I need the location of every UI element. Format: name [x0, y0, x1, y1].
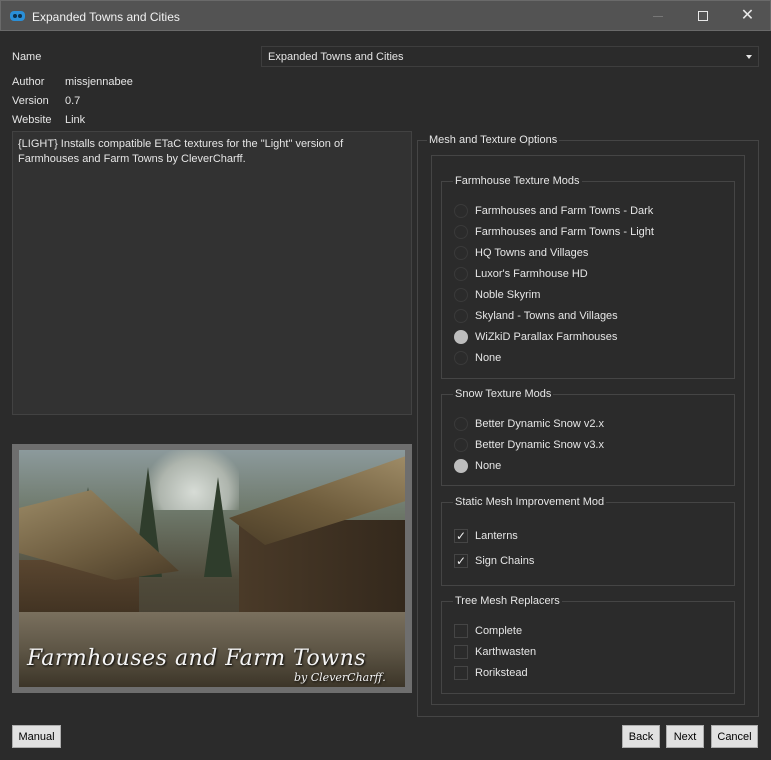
- image-tree: [204, 477, 232, 577]
- option-label: Skyland - Towns and Villages: [475, 310, 618, 322]
- option-label: Farmhouses and Farm Towns - Light: [475, 226, 654, 238]
- app-icon: [10, 11, 25, 21]
- option-label: None: [475, 460, 502, 472]
- description-text: {LIGHT} Installs compatible ETaC texture…: [18, 138, 344, 165]
- radio-icon: [454, 351, 468, 365]
- window-title: Expanded Towns and Cities: [32, 10, 180, 24]
- snow-option[interactable]: Better Dynamic Snow v3.x: [454, 437, 604, 453]
- option-label: Rorikstead: [475, 667, 528, 679]
- radio-icon: [454, 204, 468, 218]
- smim-option[interactable]: ✓ Lanterns: [454, 528, 518, 544]
- radio-icon: [454, 309, 468, 323]
- farmhouse-option[interactable]: HQ Towns and Villages: [454, 245, 588, 261]
- radio-icon: [454, 267, 468, 281]
- option-label: Sign Chains: [475, 555, 535, 567]
- option-label: None: [475, 352, 502, 364]
- author-value: missjennabee: [65, 76, 133, 88]
- option-label: Karthwasten: [475, 646, 537, 658]
- chevron-down-icon: [746, 55, 752, 59]
- cancel-button[interactable]: Cancel: [711, 725, 758, 748]
- smim-option[interactable]: ✓ Sign Chains: [454, 553, 534, 569]
- checkbox-icon: [454, 624, 468, 638]
- image-caption: Farmhouses and Farm Towns: [27, 646, 367, 671]
- preview-image-content: Farmhouses and Farm Towns by CleverCharf…: [19, 450, 405, 687]
- farmhouse-option-selected[interactable]: WiZkiD Parallax Farmhouses: [454, 329, 617, 345]
- radio-selected-icon: [454, 459, 468, 473]
- farmhouse-option[interactable]: Luxor's Farmhouse HD: [454, 266, 588, 282]
- back-button[interactable]: Back: [622, 725, 660, 748]
- preview-image: Farmhouses and Farm Towns by CleverCharf…: [12, 444, 412, 693]
- minimize-icon: [652, 15, 663, 17]
- option-label: Farmhouses and Farm Towns - Dark: [475, 205, 654, 217]
- tree-option[interactable]: Rorikstead: [454, 665, 528, 681]
- tree-group-title: Tree Mesh Replacers: [453, 595, 562, 607]
- option-label: Lanterns: [475, 530, 518, 542]
- farmhouse-option[interactable]: Farmhouses and Farm Towns - Light: [454, 224, 654, 240]
- minimize-button[interactable]: [635, 1, 680, 31]
- close-icon: ✕: [740, 7, 755, 24]
- snow-option-selected[interactable]: None: [454, 458, 501, 474]
- manual-button[interactable]: Manual: [12, 725, 61, 748]
- version-label: Version: [12, 95, 49, 107]
- website-link[interactable]: Link: [65, 114, 85, 126]
- name-select-value: Expanded Towns and Cities: [268, 51, 404, 63]
- smim-group-title: Static Mesh Improvement Mod: [453, 496, 607, 508]
- farmhouse-option[interactable]: Noble Skyrim: [454, 287, 540, 303]
- option-label: WiZkiD Parallax Farmhouses: [475, 331, 618, 343]
- name-select[interactable]: Expanded Towns and Cities: [261, 46, 759, 67]
- radio-icon: [454, 288, 468, 302]
- farmhouse-option[interactable]: Farmhouses and Farm Towns - Dark: [454, 203, 653, 219]
- next-button[interactable]: Next: [666, 725, 704, 748]
- radio-icon: [454, 438, 468, 452]
- radio-icon: [454, 246, 468, 260]
- description-box: {LIGHT} Installs compatible ETaC texture…: [12, 131, 412, 415]
- version-value: 0.7: [65, 95, 81, 107]
- snow-group-title: Snow Texture Mods: [453, 388, 554, 400]
- maximize-icon: [697, 11, 708, 21]
- checkbox-icon: [454, 645, 468, 659]
- author-label: Author: [12, 76, 45, 88]
- farmhouse-option[interactable]: None: [454, 350, 501, 366]
- tree-option[interactable]: Karthwasten: [454, 644, 536, 660]
- option-label: Noble Skyrim: [475, 289, 541, 301]
- options-title: Mesh and Texture Options: [427, 134, 560, 146]
- farmhouse-group-title: Farmhouse Texture Mods: [453, 175, 582, 187]
- close-button[interactable]: ✕: [725, 1, 770, 31]
- name-label: Name: [12, 51, 42, 63]
- radio-icon: [454, 417, 468, 431]
- snow-option[interactable]: Better Dynamic Snow v2.x: [454, 416, 604, 432]
- checkmark-icon: ✓: [454, 529, 468, 543]
- tree-option[interactable]: Complete: [454, 623, 522, 639]
- image-credit: by CleverCharff.: [294, 671, 386, 684]
- smim-group: [441, 502, 735, 586]
- title-bar: Expanded Towns and Cities ✕: [0, 0, 771, 31]
- farmhouse-option[interactable]: Skyland - Towns and Villages: [454, 308, 618, 324]
- checkmark-icon: ✓: [454, 554, 468, 568]
- option-label: HQ Towns and Villages: [475, 247, 589, 259]
- radio-selected-icon: [454, 330, 468, 344]
- maximize-button[interactable]: [680, 1, 725, 31]
- option-label: Better Dynamic Snow v2.x: [475, 418, 604, 430]
- website-label: Website: [12, 114, 52, 126]
- checkbox-icon: [454, 666, 468, 680]
- option-label: Complete: [475, 625, 523, 637]
- option-label: Luxor's Farmhouse HD: [475, 268, 588, 280]
- option-label: Better Dynamic Snow v3.x: [475, 439, 604, 451]
- radio-icon: [454, 225, 468, 239]
